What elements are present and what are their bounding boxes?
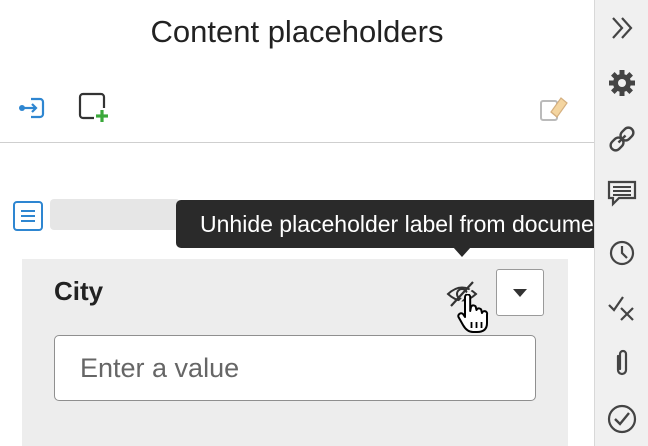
add-placeholder-icon <box>78 92 110 124</box>
caret-down-icon <box>513 288 527 297</box>
approval-button[interactable] <box>605 402 639 436</box>
paperclip-icon <box>616 349 628 376</box>
eye-slash-icon <box>446 281 478 309</box>
check-circle-icon <box>607 404 637 434</box>
comment-icon <box>607 180 637 207</box>
settings-button[interactable] <box>605 66 639 100</box>
add-placeholder-button[interactable] <box>77 91 111 125</box>
double-chevron-right-icon <box>612 17 633 39</box>
text-placeholder-icon <box>13 201 43 231</box>
placeholder-name-bar[interactable] <box>50 199 180 230</box>
toolbar-divider <box>0 142 594 143</box>
history-icon <box>609 240 635 266</box>
go-to-placeholder-icon <box>19 97 45 119</box>
go-to-placeholder-button[interactable] <box>15 91 49 125</box>
track-changes-button[interactable] <box>605 290 639 324</box>
right-sidebar <box>594 0 648 446</box>
panel-title: Content placeholders <box>150 14 444 49</box>
link-button[interactable] <box>605 122 639 156</box>
comments-button[interactable] <box>605 176 639 210</box>
tooltip: Unhide placeholder label from document <box>176 200 637 248</box>
history-button[interactable] <box>605 236 639 270</box>
clear-placeholders-icon <box>540 97 568 121</box>
gear-icon <box>609 70 635 96</box>
attachments-button[interactable] <box>605 346 639 380</box>
unhide-label-button[interactable] <box>444 276 480 312</box>
placeholder-options-dropdown[interactable] <box>496 269 544 316</box>
placeholder-label: City <box>54 276 104 306</box>
placeholder-value-input[interactable] <box>54 335 536 401</box>
check-x-icon <box>608 296 634 321</box>
placeholders-panel: Content placeholders City Enter a value … <box>0 0 637 446</box>
link-icon <box>609 126 635 152</box>
clear-placeholders-button[interactable] <box>537 91 571 125</box>
tooltip-arrow <box>453 247 471 257</box>
collapse-panel-button[interactable] <box>605 11 639 45</box>
